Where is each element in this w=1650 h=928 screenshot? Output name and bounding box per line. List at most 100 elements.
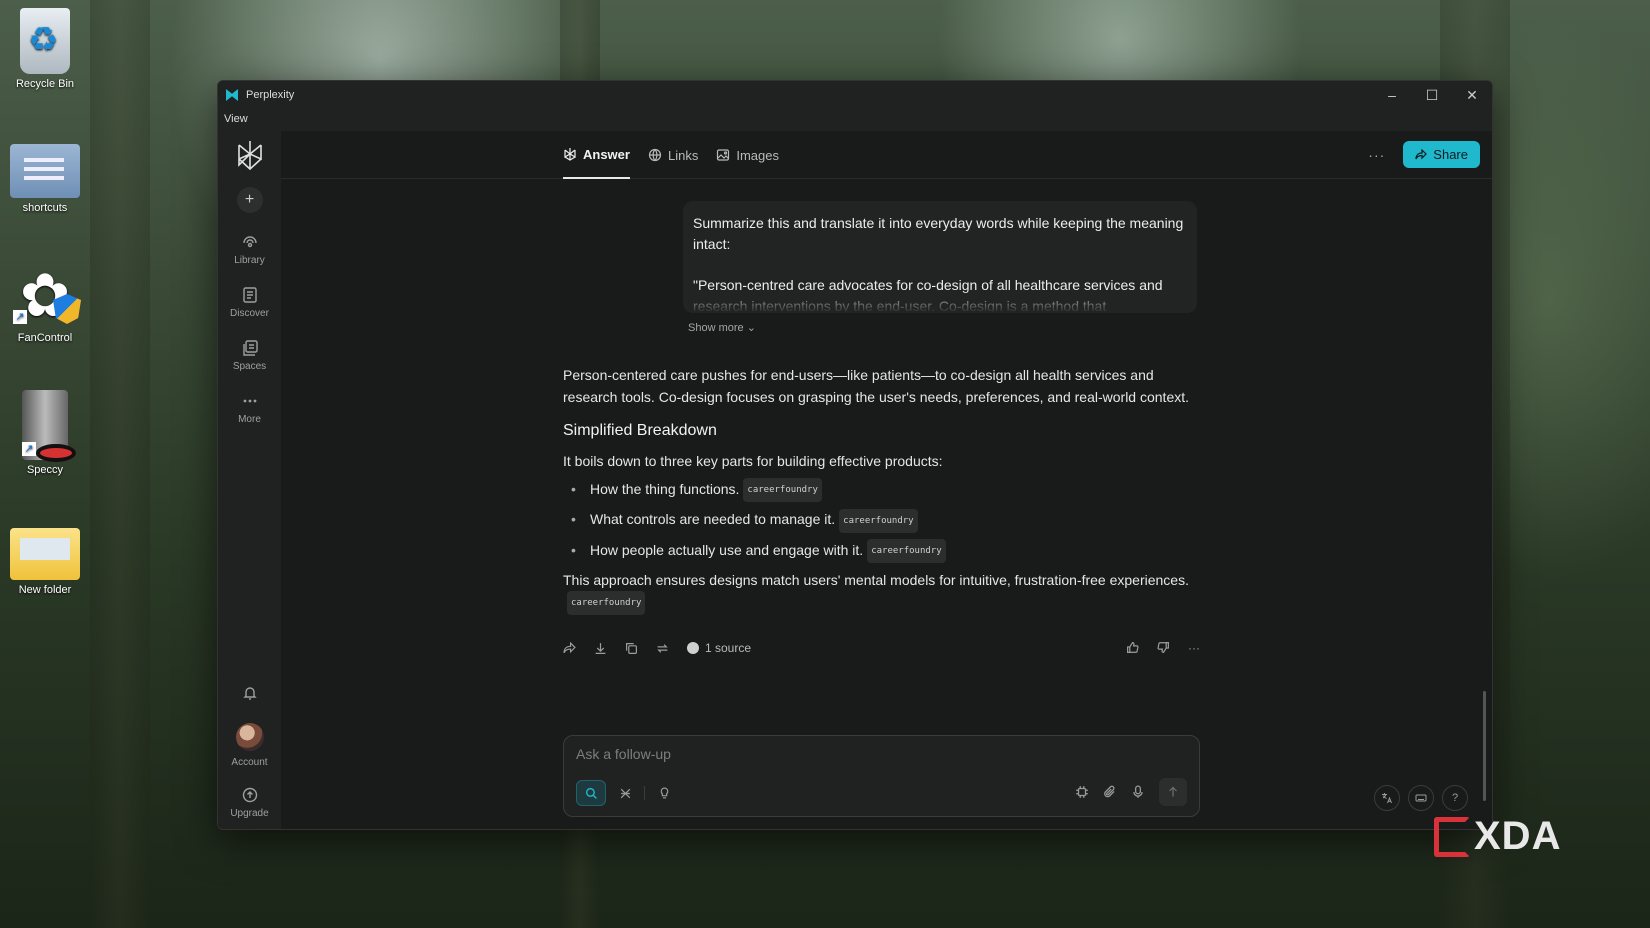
- share-answer-icon[interactable]: [563, 641, 576, 655]
- rewrite-icon[interactable]: [656, 642, 669, 655]
- thumbs-up-icon[interactable]: [1126, 641, 1139, 655]
- more-options-button[interactable]: ···: [1368, 147, 1385, 163]
- answer-actions: 1 source ···: [563, 641, 1200, 655]
- discover-icon: [220, 284, 280, 306]
- attach-icon[interactable]: [1103, 785, 1117, 799]
- perplexity-app-icon: [226, 89, 238, 101]
- keyboard-icon[interactable]: [1408, 785, 1434, 811]
- menu-bar: View: [218, 109, 1492, 131]
- send-button[interactable]: [1159, 778, 1187, 806]
- follow-up-input[interactable]: [576, 746, 1176, 762]
- answer-more-button[interactable]: ···: [1188, 641, 1200, 655]
- desktop-icon-label: New folder: [18, 584, 72, 596]
- bullet-text: How the thing functions.: [590, 481, 740, 497]
- user-query: Summarize this and translate it into eve…: [683, 201, 1197, 313]
- notifications-bell-icon[interactable]: [242, 685, 258, 701]
- answer-body: Person-centered care pushes for end-user…: [563, 364, 1200, 616]
- sidebar: + Library Discover Spaces More Account U…: [218, 131, 281, 829]
- result-tabs: Answer Links Images: [563, 131, 779, 179]
- sidebar-item-library[interactable]: Library: [220, 231, 280, 266]
- image-icon: [716, 148, 730, 162]
- perplexity-icon: [563, 147, 577, 161]
- sidebar-item-upgrade[interactable]: Upgrade: [220, 784, 280, 819]
- fancontrol-icon: ✿ ↗: [13, 264, 77, 328]
- desktop-icon-fancontrol[interactable]: ✿ ↗ FanControl: [4, 264, 86, 344]
- menu-view[interactable]: View: [224, 113, 248, 125]
- speccy-icon: ↗: [22, 390, 76, 462]
- copy-icon[interactable]: [625, 642, 638, 655]
- follow-up-box: [563, 735, 1200, 817]
- tab-images[interactable]: Images: [716, 131, 779, 179]
- closing-text: This approach ensures designs match user…: [563, 571, 1189, 588]
- perplexity-window: Perplexity – ☐ ✕ View + Library Discover: [217, 80, 1493, 830]
- desktop-icon-label: FanControl: [17, 332, 73, 344]
- desktop-icon-label: shortcuts: [22, 202, 68, 214]
- folder-icon: [10, 144, 80, 198]
- desktop-icon-speccy[interactable]: ↗ Speccy: [4, 390, 86, 476]
- xda-watermark: XDA: [1434, 814, 1561, 859]
- help-button[interactable]: ?: [1442, 785, 1468, 811]
- sidebar-item-label: More: [238, 414, 261, 425]
- more-icon: [220, 390, 280, 412]
- chevron-down-icon: ⌄: [746, 322, 756, 334]
- share-label: Share: [1433, 147, 1468, 162]
- spaces-icon: [220, 337, 280, 359]
- xda-logo-bracket-icon: [1434, 816, 1470, 857]
- title-bar[interactable]: Perplexity – ☐ ✕: [218, 81, 1492, 109]
- citation-badge[interactable]: careerfoundry: [867, 538, 946, 563]
- bullet-text: What controls are needed to manage it.: [590, 511, 836, 528]
- research-mode-button[interactable]: [610, 780, 640, 806]
- sources-label: 1 source: [705, 641, 752, 656]
- download-icon[interactable]: [594, 642, 607, 655]
- sidebar-item-spaces[interactable]: Spaces: [220, 337, 280, 372]
- citation-badge[interactable]: careerfoundry: [567, 591, 646, 616]
- thumbs-down-icon[interactable]: [1157, 641, 1170, 655]
- answer-closing: This approach ensures designs match user…: [563, 569, 1200, 616]
- tab-label: Links: [667, 147, 699, 163]
- list-item: How people actually use and engage with …: [563, 539, 1200, 563]
- sidebar-item-label: Spaces: [232, 361, 267, 372]
- close-button[interactable]: ✕: [1452, 87, 1492, 104]
- bullet-text: How people actually use and engage with …: [590, 541, 864, 558]
- desktop-icon-label: Speccy: [26, 464, 64, 476]
- citation-badge[interactable]: careerfoundry: [743, 478, 822, 503]
- answer-intro: Person-centered care pushes for end-user…: [563, 367, 1190, 405]
- list-item: What controls are needed to manage it.ca…: [563, 508, 1200, 533]
- shortcut-arrow-icon: ↗: [13, 310, 27, 324]
- sidebar-item-account[interactable]: Account: [220, 723, 280, 768]
- desktop-icon-recycle-bin[interactable]: Recycle Bin: [4, 8, 86, 90]
- desktop-icon-shortcuts[interactable]: shortcuts: [4, 136, 86, 214]
- query-text: Summarize this and translate it into eve…: [693, 215, 1184, 252]
- tab-label: Images: [736, 147, 779, 163]
- maximize-button[interactable]: ☐: [1412, 87, 1452, 104]
- tab-answer[interactable]: Answer: [563, 131, 630, 179]
- query-text: "Person-centred care advocates for co-de…: [693, 277, 1163, 313]
- model-selector-icon[interactable]: [1075, 785, 1089, 799]
- main-panel: Answer Links Images ··· Share Summarize …: [281, 131, 1492, 829]
- citation-badge[interactable]: careerfoundry: [839, 508, 918, 533]
- sources-button[interactable]: 1 source: [687, 641, 751, 655]
- watermark-text: XDA: [1474, 814, 1562, 858]
- new-thread-button[interactable]: +: [236, 187, 263, 213]
- share-button[interactable]: Share: [1403, 141, 1480, 168]
- sidebar-item-more[interactable]: More: [220, 390, 280, 425]
- folder-icon: [10, 528, 80, 580]
- translate-icon[interactable]: [1374, 785, 1400, 811]
- list-item: How the thing functions.careerfoundry: [563, 478, 1200, 503]
- answer-lead: It boils down to three key parts for bui…: [563, 453, 943, 469]
- scrollbar[interactable]: [1483, 691, 1486, 801]
- sidebar-item-discover[interactable]: Discover: [220, 284, 280, 319]
- minimize-button[interactable]: –: [1372, 87, 1412, 104]
- show-more-button[interactable]: Show more ⌄: [688, 321, 1200, 334]
- share-icon: [1415, 148, 1428, 161]
- desktop-icon-new-folder[interactable]: New folder: [4, 518, 86, 596]
- search-mode-button[interactable]: [576, 780, 606, 806]
- source-favicon-icon: [687, 642, 699, 655]
- microphone-icon[interactable]: [1131, 785, 1145, 799]
- perplexity-logo-icon[interactable]: [236, 139, 264, 171]
- sidebar-item-label: Account: [231, 757, 268, 768]
- avatar: [235, 723, 264, 751]
- tab-links[interactable]: Links: [648, 131, 698, 179]
- labs-mode-button[interactable]: [649, 780, 679, 806]
- sidebar-item-label: Discover: [230, 308, 269, 319]
